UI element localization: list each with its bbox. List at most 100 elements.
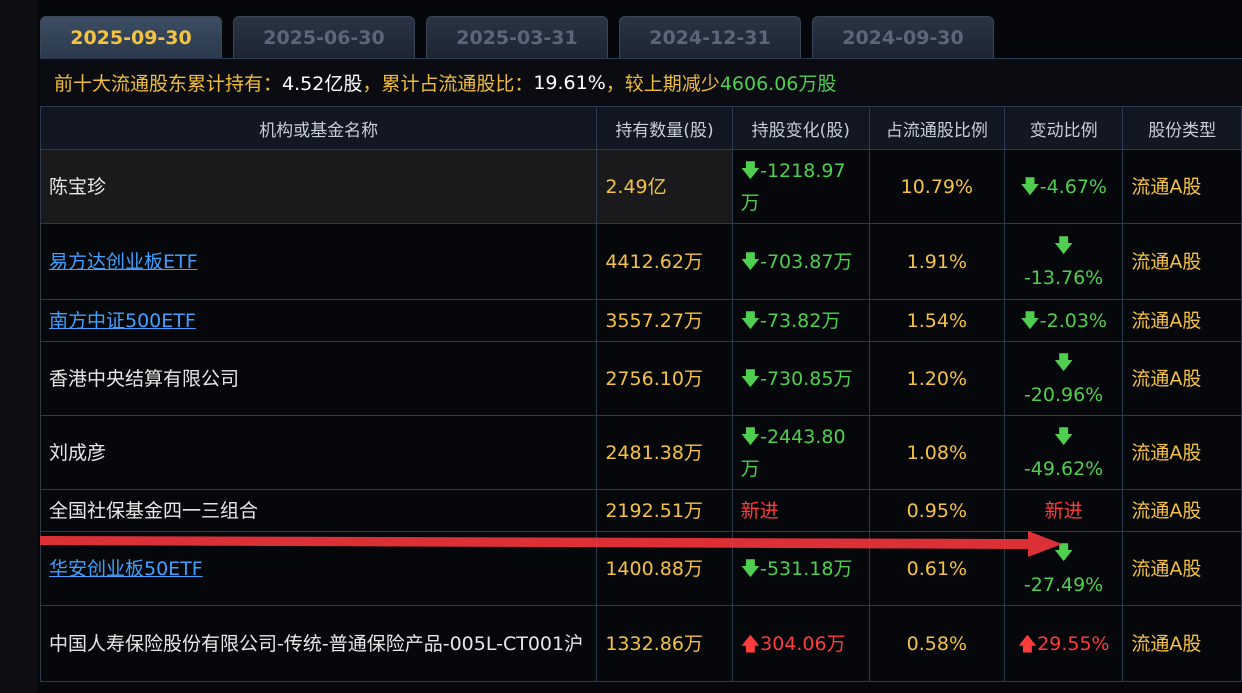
arrow-down-icon: 🡇 (740, 309, 761, 332)
holding-change-value: -703.87万 (760, 250, 853, 273)
holding-change: 🡇-531.18万 (731, 531, 870, 606)
change-percent-value: -2.03% (1039, 309, 1107, 332)
column-header-name: 机构或基金名称 (39, 106, 598, 150)
change-percent-value: -13.76% (1023, 266, 1104, 289)
arrow-down-icon: 🡇 (1053, 425, 1074, 448)
tab-2025-09-30[interactable]: 2025-09-30 (40, 16, 222, 58)
arrow-down-icon: 🡇 (740, 250, 761, 273)
arrow-down-icon: 🡇 (1020, 309, 1040, 332)
holder-name: 香港中央结算有限公司 (39, 341, 598, 416)
change-percent: 🡇-2.03% (1003, 299, 1124, 342)
holder-name: 刘成彦 (39, 415, 598, 490)
holding-change: 🡇-2443.80万 (731, 415, 870, 490)
change-percent-value: 29.55% (1037, 632, 1110, 655)
float-ratio: 1.91% (868, 223, 1005, 300)
float-ratio: 1.54% (868, 299, 1005, 342)
summary-ratio: 19.61% (533, 71, 606, 94)
tab-2024-09-30[interactable]: 2024-09-30 (812, 16, 994, 58)
summary-label-total: 前十大流通股东累计持有： (54, 73, 283, 95)
holding-quantity: 2.49亿 (596, 149, 733, 224)
summary-change: 4606.06万股 (719, 73, 837, 95)
holder-name-cell: 南方中证500ETF (39, 299, 598, 342)
arrow-down-icon: 🡇 (1053, 234, 1074, 257)
change-percent: 🡇 -49.62% (1003, 415, 1124, 490)
holding-change-value: 新进 (740, 499, 779, 522)
holding-change: 🡅304.06万 (731, 605, 870, 682)
float-ratio: 0.95% (868, 489, 1005, 532)
holder-name-cell: 华安创业板50ETF (39, 531, 598, 606)
table-row: 刘成彦 2481.38万 🡇-2443.80万 1.08% 🡇 -49.62% 流通A股 (39, 415, 1242, 490)
change-percent-value: -4.67% (1039, 175, 1107, 198)
change-percent: 🡇 -27.49% (1003, 531, 1124, 606)
float-ratio: 1.08% (868, 415, 1005, 490)
arrow-down-icon: 🡇 (740, 367, 761, 390)
holding-change-value: -531.18万 (760, 557, 853, 580)
holding-change-value: -730.85万 (760, 367, 853, 390)
holder-name-link[interactable]: 华安创业板50ETF (49, 558, 203, 580)
holder-name: 陈宝珍 (39, 149, 598, 224)
holding-quantity: 2756.10万 (596, 341, 733, 416)
table-row: 易方达创业板ETF 4412.62万 🡇-703.87万 1.91% 🡇 -13.76%… (39, 223, 1242, 300)
table-row: 中国人寿保险股份有限公司-传统-普通保险产品-005L-CT001沪 1332.8… (39, 605, 1242, 682)
float-ratio: 0.58% (868, 605, 1005, 682)
change-percent-value: -49.62% (1023, 457, 1104, 480)
change-percent: 新进 (1003, 489, 1124, 532)
holding-change: 🡇-73.82万 (731, 299, 870, 342)
holding-quantity: 2192.51万 (596, 489, 733, 532)
column-header-ratio: 占流通股比例 (868, 106, 1005, 150)
change-percent-value: 新进 (1044, 499, 1083, 522)
holding-quantity: 1332.86万 (596, 605, 733, 682)
holding-change-value: 304.06万 (760, 632, 846, 655)
column-header-change-pct: 变动比例 (1003, 106, 1124, 150)
change-percent: 🡅29.55% (1003, 605, 1124, 682)
holding-quantity: 1400.88万 (596, 531, 733, 606)
tab-2025-06-30[interactable]: 2025-06-30 (233, 16, 415, 58)
change-percent-value: -27.49% (1023, 573, 1104, 596)
arrow-down-icon: 🡇 (740, 557, 761, 580)
float-ratio: 1.20% (868, 341, 1005, 416)
tab-2025-03-31[interactable]: 2025-03-31 (426, 16, 608, 58)
share-type: 流通A股 (1122, 223, 1242, 300)
arrow-down-icon: 🡇 (1053, 351, 1074, 374)
holder-name: 中国人寿保险股份有限公司-传统-普通保险产品-005L-CT001沪 (39, 605, 598, 682)
holding-change: 🡇-1218.97万 (731, 149, 870, 224)
table-row: 南方中证500ETF 3557.27万 🡇-73.82万 1.54% 🡇-2.03% 流通… (39, 299, 1242, 342)
holdings-summary: 前十大流通股东累计持有： 4.52亿股 ，累计占流通股比： 19.61% ，较上… (40, 58, 1242, 106)
holding-change: 🡇-730.85万 (731, 341, 870, 416)
tab-2024-12-31[interactable]: 2024-12-31 (619, 16, 801, 58)
top-holders-table: 机构或基金名称 持有数量(股) 持股变化(股) 占流通股比例 变动比例 股份类型… (39, 106, 1242, 682)
holder-name-link[interactable]: 易方达创业板ETF (49, 251, 198, 273)
arrow-down-icon: 🡇 (740, 425, 761, 448)
arrow-down-icon: 🡇 (1053, 541, 1074, 564)
table-row: 陈宝珍 2.49亿 🡇-1218.97万 10.79% 🡇-4.67% 流通A股 (39, 149, 1242, 224)
float-ratio: 10.79% (868, 149, 1005, 224)
column-header-change: 持股变化(股) (731, 106, 870, 150)
holding-quantity: 2481.38万 (596, 415, 733, 490)
arrow-down-icon: 🡇 (1020, 175, 1040, 198)
holder-name-link[interactable]: 南方中证500ETF (49, 310, 196, 332)
summary-total-shares: 4.52亿股 (282, 73, 363, 95)
holding-quantity: 3557.27万 (596, 299, 733, 342)
share-type: 流通A股 (1122, 531, 1242, 606)
share-type: 流通A股 (1122, 415, 1242, 490)
share-type: 流通A股 (1122, 605, 1242, 682)
change-percent: 🡇 -13.76% (1003, 223, 1124, 300)
arrow-up-icon: 🡅 (740, 632, 761, 655)
summary-label-change: ，较上期减少 (605, 73, 720, 95)
column-header-share-type: 股份类型 (1122, 106, 1242, 150)
holding-quantity: 4412.62万 (596, 223, 733, 300)
column-header-quantity: 持有数量(股) (596, 106, 733, 150)
change-percent-value: -20.96% (1023, 383, 1104, 406)
holder-name-cell: 易方达创业板ETF (39, 223, 598, 300)
table-row: 华安创业板50ETF 1400.88万 🡇-531.18万 0.61% 🡇 -27.49… (39, 531, 1242, 606)
change-percent: 🡇 -20.96% (1003, 341, 1124, 416)
holder-name: 全国社保基金四一三组合 (39, 489, 598, 532)
table-row: 香港中央结算有限公司 2756.10万 🡇-730.85万 1.20% 🡇 -20.96… (39, 341, 1242, 416)
share-type: 流通A股 (1122, 489, 1242, 532)
holding-change-value: -73.82万 (760, 309, 841, 332)
table-header-row: 机构或基金名称 持有数量(股) 持股变化(股) 占流通股比例 变动比例 股份类型 (39, 106, 1242, 150)
table-row: 全国社保基金四一三组合 2192.51万 新进 0.95% 新进 流通A股 (39, 489, 1242, 532)
share-type: 流通A股 (1122, 149, 1242, 224)
share-type: 流通A股 (1122, 299, 1242, 342)
arrow-up-icon: 🡅 (1017, 632, 1038, 655)
